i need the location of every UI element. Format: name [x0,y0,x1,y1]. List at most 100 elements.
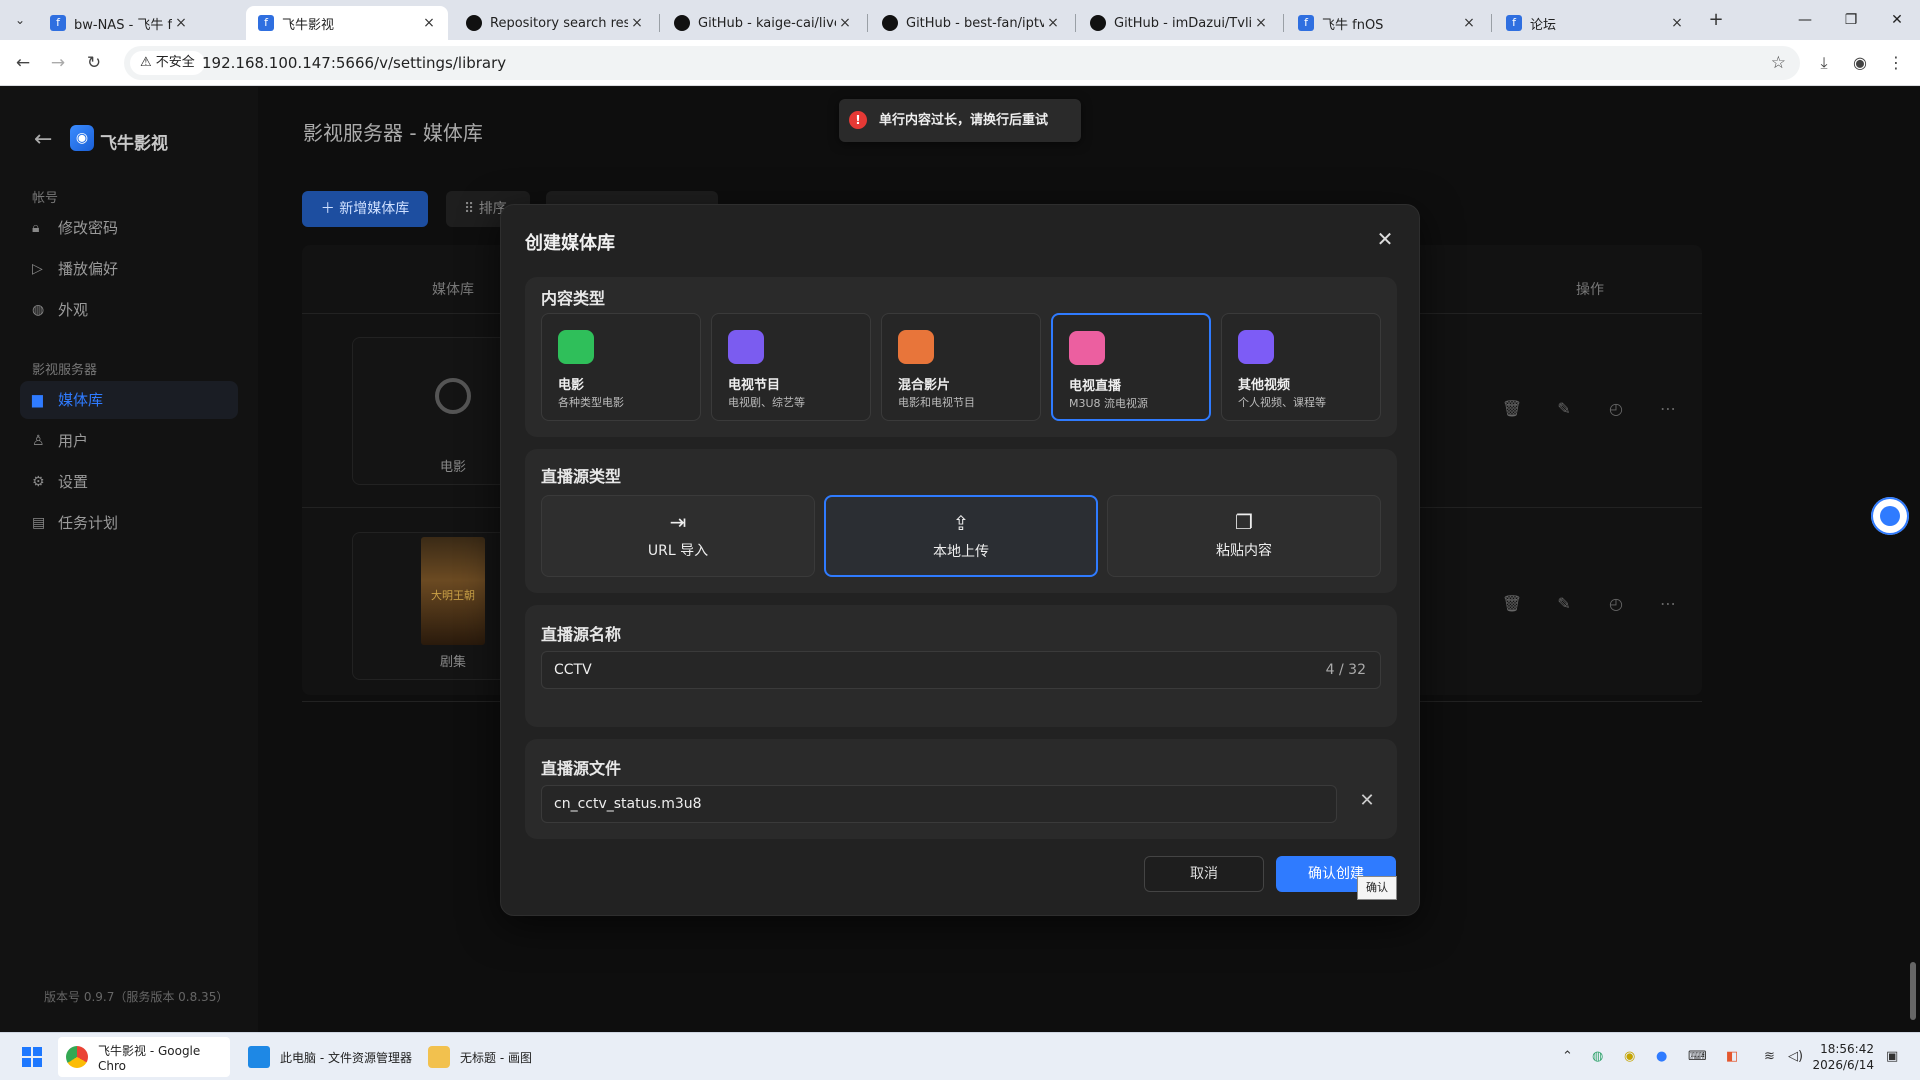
column-header-library: 媒体库 [432,282,474,298]
lock-icon: 🔒︎ [32,220,40,236]
edit-icon[interactable]: ✎ [1552,592,1576,616]
taskbar-app-explorer[interactable]: 此电脑 - 文件资源管理器 [240,1037,412,1077]
volume-icon[interactable]: ◁) [1788,1049,1803,1064]
sidebar-item-users[interactable]: ♙ 用户 [20,422,238,460]
sidebar-item-tasks[interactable]: ▤ 任务计划 [20,504,238,542]
floating-assistant-button[interactable] [1871,497,1909,535]
sidebar-item-playback[interactable]: ▷ 播放偏好 [20,250,238,288]
notification-icon[interactable]: ▣ [1886,1049,1898,1064]
forward-arrow-icon[interactable]: → [46,51,70,75]
sidebar: ← ◉ 飞牛影视 帐号 🔒︎ 修改密码 ▷ 播放偏好 ◍ 外观 影视服务器 ▆ … [0,87,258,1032]
tooltip: 确认 [1357,876,1397,900]
windows-start-icon[interactable] [22,1047,42,1067]
restore-icon[interactable]: ❐ [1828,0,1874,40]
browser-tab[interactable]: GitHub - kaige-cai/live × [662,6,864,40]
close-tab-icon[interactable]: × [172,14,190,32]
scan-icon[interactable]: ◴ [1604,592,1628,616]
browser-toolbar: ← → ↻ ⚠ 不安全 192.168.100.147:5666/v/setti… [0,40,1920,86]
tray-app-icon[interactable]: ◧ [1726,1049,1738,1064]
content-type-tv-show[interactable]: 电视节目 电视剧、综艺等 [711,313,871,421]
chevron-up-icon[interactable]: ⌃ [1562,1049,1573,1064]
source-paste-button[interactable]: ❐ 粘贴内容 [1107,495,1381,577]
sidebar-item-change-password[interactable]: 🔒︎ 修改密码 [20,209,238,247]
wifi-icon[interactable]: ≋ [1764,1049,1775,1064]
fnos-icon: f [1298,15,1314,31]
url-text[interactable]: 192.168.100.147:5666/v/settings/library [202,46,506,80]
close-tab-icon[interactable]: × [1460,14,1478,32]
browser-tab[interactable]: GitHub - imDazui/Tvlist × [1078,6,1280,40]
more-icon[interactable]: ⋯ [1656,592,1680,616]
palette-icon: ◍ [32,302,45,318]
taskbar-app-paint[interactable]: 无标题 - 画图 [420,1037,540,1077]
close-tab-icon[interactable]: × [836,14,854,32]
new-tab-button[interactable]: + [1704,8,1728,32]
delete-icon[interactable]: 🗑︎ [1500,592,1524,616]
reload-icon[interactable]: ↻ [82,51,106,75]
tab-divider [1283,14,1284,32]
address-bar[interactable]: ⚠ 不安全 192.168.100.147:5666/v/settings/li… [124,46,1800,80]
dialog-title: 创建媒体库 [525,233,615,254]
clear-file-icon[interactable]: ✕ [1357,791,1377,811]
source-file-field[interactable]: cn_cctv_status.m3u8 [541,785,1337,823]
input-method-icon[interactable]: ⌨ [1688,1049,1707,1064]
browser-tab[interactable]: Repository search result × [454,6,656,40]
close-tab-icon[interactable]: × [628,14,646,32]
download-icon[interactable]: ⤓ [1812,51,1836,75]
sidebar-item-appearance[interactable]: ◍ 外观 [20,291,238,329]
back-arrow-icon[interactable]: ← [11,51,35,75]
close-icon[interactable]: ✕ [1371,225,1399,253]
scrollbar-thumb[interactable] [1910,962,1916,1020]
tray-app-icon[interactable]: ◍ [1592,1049,1603,1064]
browser-tab[interactable]: f 论坛 × [1494,6,1696,40]
close-window-icon[interactable]: ✕ [1874,0,1920,40]
tab-divider [659,14,660,32]
kebab-menu-icon[interactable]: ⋮ [1884,51,1908,75]
folder-icon: ▆ [32,392,43,408]
content-type-movie[interactable]: 电影 各种类型电影 [541,313,701,421]
tray-app-icon[interactable]: ● [1656,1049,1667,1064]
content-type-mixed[interactable]: 混合影片 电影和电视节目 [881,313,1041,421]
tab-divider [1075,14,1076,32]
back-arrow-icon[interactable]: ← [34,127,52,152]
add-library-button[interactable]: ＋ 新增媒体库 [302,191,428,227]
minimize-icon[interactable]: — [1782,0,1828,40]
movie-icon [558,330,594,364]
sidebar-item-settings[interactable]: ⚙ 设置 [20,463,238,501]
import-icon: ⇥ [669,510,687,534]
delete-icon[interactable]: 🗑︎ [1500,397,1524,421]
cancel-button[interactable]: 取消 [1144,856,1264,892]
drag-handle-icon: ⠿ [464,201,479,217]
close-tab-icon[interactable]: × [1044,14,1062,32]
error-toast: ! 单行内容过长，请换行后重试 [839,99,1081,142]
bookmark-star-icon[interactable]: ☆ [1771,46,1786,80]
app-logo-icon: ◉ [70,125,94,151]
section-label: 内容类型 [541,289,606,308]
github-icon [466,15,482,31]
security-chip[interactable]: ⚠ 不安全 [130,51,205,75]
tab-search-button[interactable]: ⌄ [8,8,32,32]
taskbar-app-chrome[interactable]: 飞牛影视 - Google Chro [58,1037,230,1077]
scan-icon[interactable]: ◴ [1604,397,1628,421]
source-file-section: 直播源文件 cn_cctv_status.m3u8 ✕ [525,739,1397,839]
source-url-import-button[interactable]: ⇥ URL 导入 [541,495,815,577]
source-local-upload-button[interactable]: ⇪ 本地上传 [824,495,1098,577]
browser-tab[interactable]: f bw-NAS - 飞牛 fnOS × [38,6,200,40]
source-name-input[interactable]: CCTV 4 / 32 [541,651,1381,689]
column-header-actions: 操作 [1576,282,1604,298]
system-clock[interactable]: 18:56:42 2026/6/14 [1812,1041,1874,1073]
edit-icon[interactable]: ✎ [1552,397,1576,421]
browser-tab-active[interactable]: f 飞牛影视 × [246,6,448,40]
profile-icon[interactable]: ◉ [1848,51,1872,75]
more-icon[interactable]: ⋯ [1656,397,1680,421]
tray-app-icon[interactable]: ◉ [1624,1049,1635,1064]
browser-tab[interactable]: f 飞牛 fnOS × [1286,6,1488,40]
browser-tab[interactable]: GitHub - best-fan/iptv- × [870,6,1072,40]
sidebar-item-library[interactable]: ▆ 媒体库 [20,381,238,419]
section-label: 直播源名称 [541,625,622,644]
content-type-live-tv[interactable]: 电视直播 M3U8 流电视源 [1051,313,1211,421]
close-tab-icon[interactable]: × [1668,14,1686,32]
content-type-other[interactable]: 其他视频 个人视频、课程等 [1221,313,1381,421]
paint-icon [428,1046,450,1068]
close-tab-icon[interactable]: × [1252,14,1270,32]
close-tab-icon[interactable]: × [420,14,438,32]
